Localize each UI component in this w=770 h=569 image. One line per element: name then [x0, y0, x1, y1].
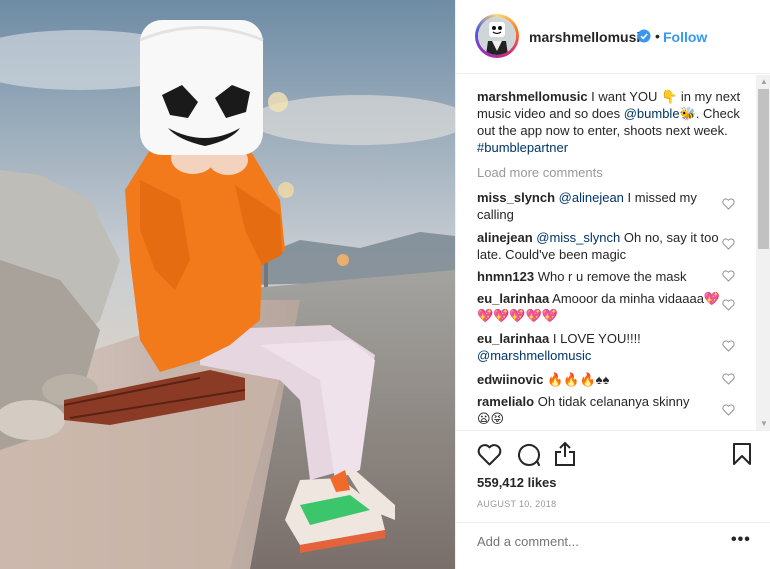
header-username[interactable]: marshmellomusic	[529, 29, 648, 45]
instagram-post: marshmellomusic • Follow marshmellomusic…	[0, 0, 770, 569]
follow-button[interactable]: Follow	[663, 29, 707, 45]
verified-badge-icon	[637, 29, 651, 43]
avatar-image	[478, 17, 516, 55]
scroll-down-arrow-icon[interactable]: ▼	[760, 419, 768, 428]
comment-item: edwiinovic 🔥🔥🔥♠♠	[477, 371, 727, 388]
post-date[interactable]: AUGUST 10, 2018	[477, 499, 556, 509]
comment-like-heart-icon[interactable]	[722, 299, 735, 311]
bookmark-icon[interactable]	[732, 442, 752, 466]
comment-mention[interactable]: @marshmellomusic	[477, 348, 591, 363]
comment-icon[interactable]	[516, 442, 541, 467]
comment-like-heart-icon[interactable]	[722, 404, 735, 416]
comment-emoji: 😦😝	[477, 411, 505, 426]
comment-username[interactable]: hnmn123	[477, 269, 534, 284]
comment-item: miss_slynch @alinejean I missed my calli…	[477, 189, 727, 223]
add-comment-bar: •••	[456, 522, 770, 569]
comment-username[interactable]: ramelialo	[477, 394, 534, 409]
post-caption: marshmellomusic I want YOU 👇 in my next …	[477, 88, 749, 156]
comment-mention[interactable]: @miss_slynch	[536, 230, 620, 245]
share-icon[interactable]	[554, 441, 576, 467]
comment-text: I LOVE YOU!!!!	[552, 331, 641, 346]
scroll-up-arrow-icon[interactable]: ▲	[760, 77, 768, 86]
caption-mention[interactable]: @bumble	[624, 106, 680, 121]
comment-username[interactable]: miss_slynch	[477, 190, 555, 205]
comment-item: ramelialo Oh tidak celananya skinny 😦😝	[477, 393, 727, 427]
load-more-comments-button[interactable]: Load more comments	[477, 165, 603, 180]
comment-item: eu_larinhaa Amooor da minha vidaaaa💖💖💖💖💖…	[477, 290, 727, 324]
header-separator: •	[655, 28, 660, 44]
comment-item: alinejean @miss_slynch Oh no, say it too…	[477, 229, 727, 263]
post-header: marshmellomusic • Follow	[456, 0, 770, 74]
comment-like-heart-icon[interactable]	[722, 238, 735, 250]
comment-like-heart-icon[interactable]	[722, 270, 735, 282]
photo-illustration	[0, 0, 455, 569]
avatar-story-ring[interactable]	[475, 14, 519, 58]
comment-item: hnmn123 Who r u remove the mask	[477, 268, 727, 285]
more-options-button[interactable]: •••	[731, 531, 751, 549]
scrollbar-thumb[interactable]	[758, 89, 769, 249]
comment-text: Who r u remove the mask	[537, 269, 687, 284]
comment-text: Oh tidak celananya skinny	[537, 394, 690, 409]
comments-list: marshmellomusic I want YOU 👇 in my next …	[456, 75, 756, 430]
comment-mention[interactable]: @alinejean	[559, 190, 624, 205]
comment-username[interactable]: eu_larinhaa	[477, 291, 549, 306]
comment-username[interactable]: edwiinovic	[477, 372, 543, 387]
comment-like-heart-icon[interactable]	[722, 340, 735, 352]
comments-scrollbar[interactable]: ▲ ▼	[756, 75, 770, 430]
caption-hashtag[interactable]: #bumblepartner	[477, 140, 568, 155]
post-actions: 559,412 likes AUGUST 10, 2018	[456, 430, 770, 523]
comment-like-heart-icon[interactable]	[722, 373, 735, 385]
heart-icon[interactable]	[477, 443, 502, 466]
comment-like-heart-icon[interactable]	[722, 198, 735, 210]
comment-username[interactable]: eu_larinhaa	[477, 331, 549, 346]
avatar[interactable]	[478, 17, 516, 55]
post-photo[interactable]	[0, 0, 455, 569]
comment-text: 🔥🔥🔥♠♠	[547, 372, 610, 387]
caption-username[interactable]: marshmellomusic	[477, 89, 588, 104]
comment-username[interactable]: alinejean	[477, 230, 533, 245]
likes-count[interactable]: 559,412 likes	[477, 475, 557, 490]
comment-item: eu_larinhaa I LOVE YOU!!!! @marshmellomu…	[477, 330, 727, 364]
add-comment-input[interactable]	[477, 534, 707, 549]
post-panel: marshmellomusic • Follow marshmellomusic…	[455, 0, 770, 569]
